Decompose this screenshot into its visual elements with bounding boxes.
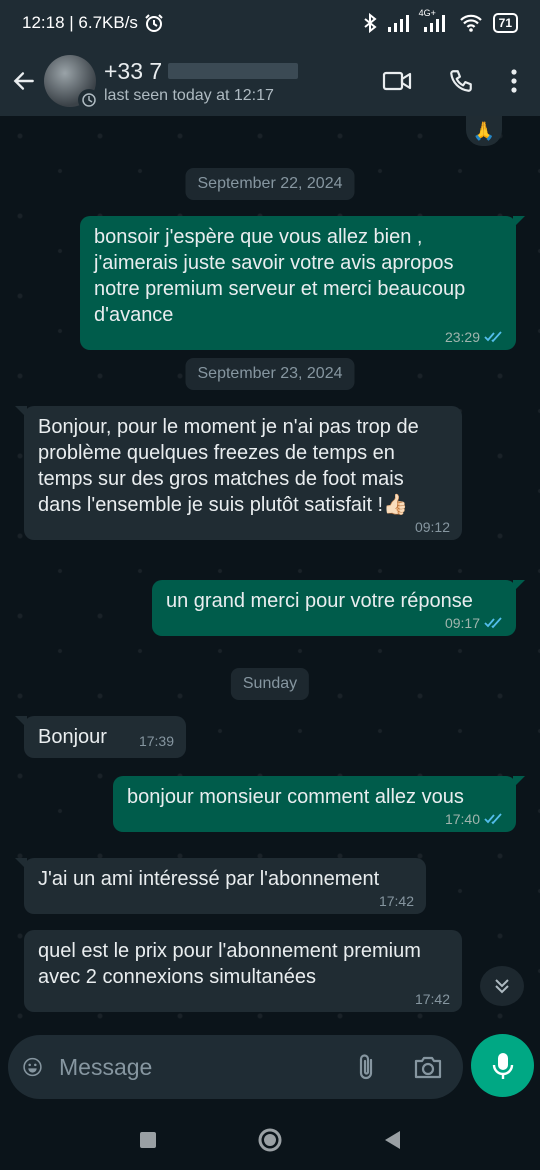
signal-icon [387, 15, 409, 32]
back-nav-icon[interactable] [383, 1130, 401, 1150]
message-meta: 09:12 [415, 520, 450, 534]
recents-icon[interactable] [139, 1131, 157, 1149]
message-meta: 17:40 [445, 812, 504, 826]
contact-name: +33 7 [104, 57, 163, 84]
disappearing-timer-badge [78, 89, 100, 111]
double-check-icon [484, 617, 502, 629]
message-text: J'ai un ami intéressé par l'abonnement [38, 868, 380, 890]
emoji-icon[interactable] [22, 1052, 43, 1082]
message-time: 09:12 [414, 519, 450, 535]
message-time: 23:29 [444, 329, 480, 345]
message-text: bonsoir j'espère que vous allez bien , j… [94, 226, 466, 326]
message-text: Bonjour [38, 726, 107, 748]
paperclip-icon[interactable] [355, 1052, 377, 1082]
message-time: 17:39 [138, 733, 174, 749]
wifi-icon [459, 14, 482, 32]
message-reaction[interactable]: 🙏 [466, 116, 502, 146]
message-text: bonjour monsieur comment allez vous [127, 786, 464, 808]
date-separator: September 22, 2024 [185, 168, 355, 200]
camera-icon[interactable] [413, 1054, 443, 1080]
scroll-to-bottom-button[interactable] [480, 966, 524, 1006]
chevron-double-down-icon [495, 979, 509, 994]
alarm-icon [145, 14, 163, 32]
message-meta: 17:42 [415, 992, 450, 1006]
message-incoming[interactable]: quel est le prix pour l'abonnement premi… [24, 930, 462, 1012]
more-vertical-icon[interactable] [510, 68, 518, 94]
last-seen: last seen today at 12:17 [104, 86, 274, 104]
bluetooth-icon [364, 13, 377, 33]
message-time: 17:42 [378, 893, 414, 909]
home-icon[interactable] [257, 1127, 283, 1153]
message-meta: 09:17 [445, 616, 504, 630]
status-bar: 12:18 | 6.7KB/s 4G+ 71 [0, 0, 540, 46]
message-input[interactable] [59, 1047, 355, 1087]
back-button[interactable] [4, 46, 44, 116]
chat-area[interactable]: 🙏 September 22, 2024 bonsoir j'espère qu… [0, 116, 540, 1026]
voice-message-button[interactable] [471, 1034, 534, 1097]
chat-header: +33 7 last seen today at 12:17 [0, 46, 540, 116]
message-text: quel est le prix pour l'abonnement premi… [38, 940, 421, 988]
date-separator: September 23, 2024 [185, 358, 355, 390]
double-check-icon [484, 813, 502, 825]
message-composer [8, 1035, 463, 1099]
video-camera-icon[interactable] [382, 69, 412, 93]
message-outgoing[interactable]: bonsoir j'espère que vous allez bien , j… [80, 216, 525, 350]
message-incoming[interactable]: Bonjour, pour le moment je n'ai pas trop… [15, 406, 462, 540]
network-type-label: 4G+ [418, 8, 436, 18]
phone-icon[interactable] [448, 68, 474, 94]
timer-icon [82, 93, 96, 107]
battery-indicator: 71 [492, 13, 518, 33]
status-time: 12:18 | 6.7KB/s [22, 13, 138, 32]
contact-info[interactable]: +33 7 last seen today at 12:17 [104, 58, 382, 105]
arrow-left-icon [13, 72, 34, 90]
message-meta: 17:42 [379, 894, 414, 908]
message-time: 17:42 [414, 991, 450, 1007]
avatar[interactable] [44, 55, 100, 111]
message-text: Bonjour, pour le moment je n'ai pas trop… [38, 416, 419, 516]
message-incoming[interactable]: J'ai un ami intéressé par l'abonnement 1… [15, 858, 426, 914]
message-outgoing[interactable]: un grand merci pour votre réponse 09:17 [152, 580, 525, 636]
message-time: 17:40 [444, 811, 480, 827]
system-nav-bar [0, 1110, 540, 1170]
message-text: un grand merci pour votre réponse [166, 590, 473, 612]
date-separator: Sunday [230, 668, 310, 700]
message-outgoing[interactable]: bonjour monsieur comment allez vous 17:4… [113, 776, 525, 832]
redacted-number [168, 63, 299, 79]
double-check-icon [484, 331, 502, 343]
message-meta: 23:29 [445, 330, 504, 344]
microphone-icon [492, 1052, 513, 1079]
message-time: 09:17 [444, 615, 480, 631]
message-meta: 17:39 [139, 734, 174, 748]
message-incoming[interactable]: Bonjour 17:39 [15, 716, 186, 758]
